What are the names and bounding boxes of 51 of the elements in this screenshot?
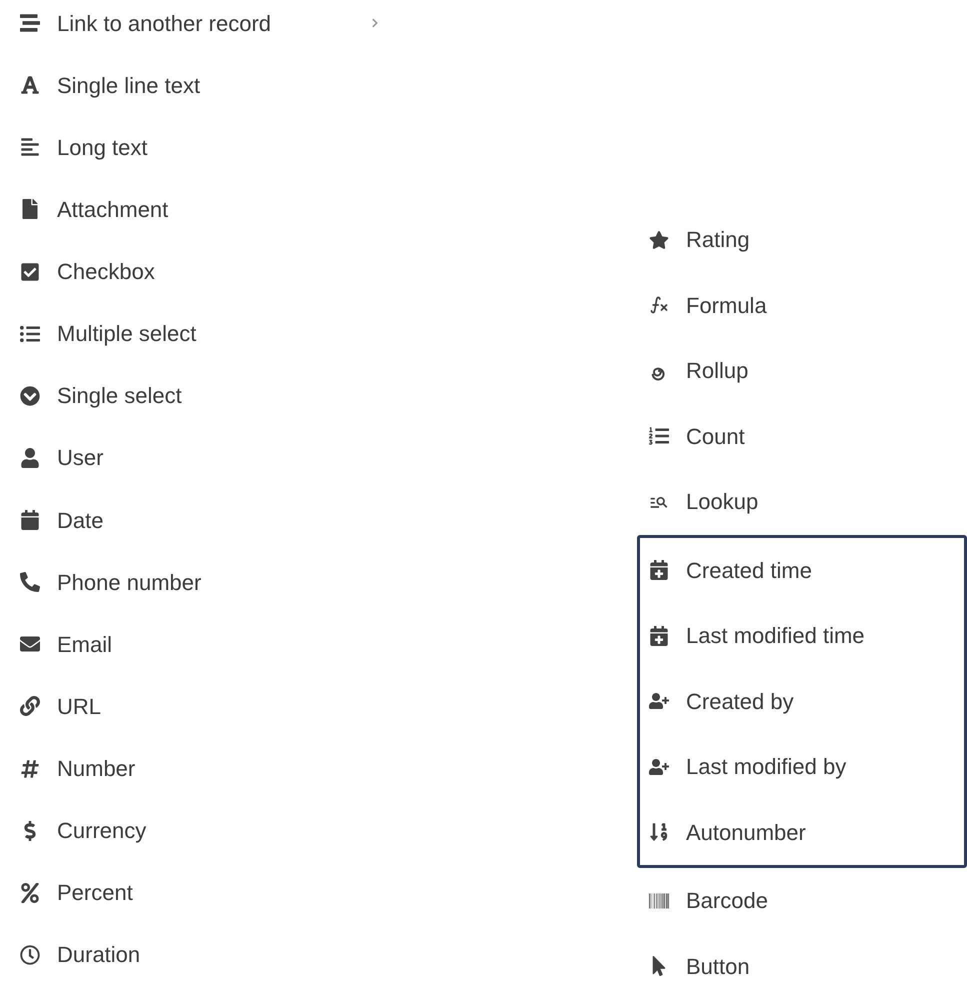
user-plus-icon bbox=[649, 691, 669, 712]
field-type-option[interactable]: Checkbox bbox=[20, 240, 380, 303]
field-type-option[interactable]: Rollup bbox=[649, 338, 949, 404]
star-icon bbox=[649, 230, 669, 250]
hash-icon bbox=[20, 758, 40, 779]
calendar-plus-icon bbox=[649, 560, 669, 580]
field-type-option[interactable]: URL bbox=[20, 675, 380, 738]
number-sort-icon bbox=[649, 822, 669, 842]
field-type-option[interactable]: Percent bbox=[20, 862, 380, 924]
link-icon bbox=[20, 696, 40, 716]
field-type-option[interactable]: Multiple select bbox=[20, 302, 380, 365]
field-type-option[interactable]: User bbox=[20, 426, 380, 489]
field-type-option[interactable]: Barcode bbox=[649, 868, 949, 934]
checkbox-icon bbox=[20, 262, 40, 282]
file-icon bbox=[20, 199, 40, 220]
list-icon bbox=[20, 324, 40, 344]
letter-a-icon bbox=[20, 75, 40, 96]
field-type-option[interactable]: Last modified by bbox=[649, 734, 949, 800]
field-type-option[interactable]: Duration bbox=[20, 924, 380, 986]
field-type-option[interactable]: Phone number bbox=[20, 551, 380, 614]
phone-icon bbox=[20, 572, 40, 592]
field-type-option[interactable]: Attachment bbox=[20, 178, 380, 240]
clock-icon bbox=[20, 944, 40, 965]
field-type-option[interactable]: Number bbox=[20, 738, 380, 800]
calendar-icon bbox=[20, 510, 40, 530]
percent-icon bbox=[20, 882, 40, 903]
user-icon bbox=[20, 448, 40, 468]
field-type-option[interactable]: Single select bbox=[20, 364, 380, 427]
field-type-option[interactable]: Created by bbox=[649, 668, 949, 734]
envelope-icon bbox=[20, 634, 40, 654]
barcode-icon bbox=[649, 890, 669, 911]
field-type-option[interactable]: Rating bbox=[649, 207, 949, 272]
field-type-option[interactable]: Long text bbox=[20, 116, 380, 178]
user-plus-icon bbox=[649, 756, 669, 777]
field-type-option[interactable]: Lookup bbox=[649, 469, 949, 534]
field-type-option[interactable]: Date bbox=[20, 489, 380, 552]
field-type-option[interactable]: Created time bbox=[649, 538, 949, 603]
calendar-plus-icon bbox=[649, 626, 669, 646]
field-type-option[interactable]: Email bbox=[20, 613, 380, 676]
paragraph-lines-icon bbox=[20, 137, 40, 158]
function-icon bbox=[649, 295, 669, 316]
lines-icon bbox=[20, 13, 40, 34]
field-type-option[interactable]: Currency bbox=[20, 800, 380, 862]
field-type-option[interactable]: Single line text bbox=[20, 54, 380, 116]
field-type-option[interactable]: Link to another record bbox=[20, 0, 380, 54]
numbered-list-icon bbox=[649, 426, 669, 446]
field-type-option[interactable]: Formula bbox=[649, 272, 949, 338]
field-type-option[interactable]: Button bbox=[649, 934, 949, 986]
field-type-option[interactable]: Last modified time bbox=[649, 603, 949, 668]
field-type-option[interactable]: Count bbox=[649, 404, 949, 469]
field-type-option[interactable]: Autonumber bbox=[649, 800, 949, 865]
